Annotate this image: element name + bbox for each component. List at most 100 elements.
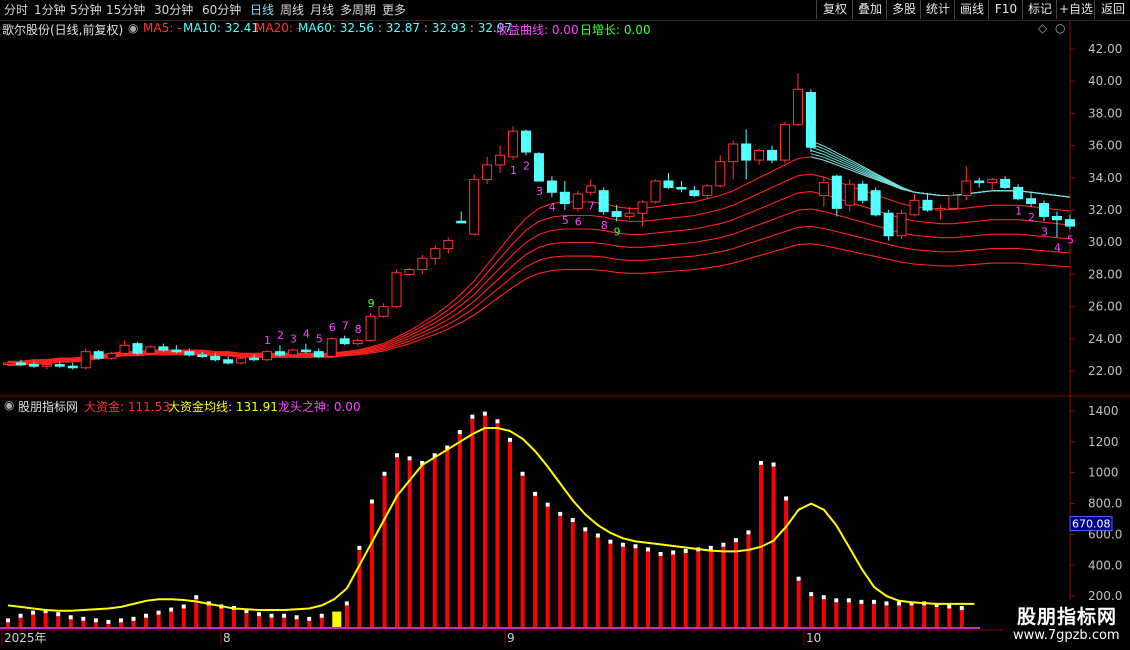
date-label: 8 [223,631,231,645]
candle-body [443,240,454,250]
bar-cap [897,601,902,606]
volume-bar [784,500,789,627]
volume-bar [909,605,914,627]
bar-cap [156,610,161,615]
candle-body [352,339,363,345]
bar-cap [708,545,713,550]
bar-cap [457,430,462,435]
volume-bar [344,605,349,627]
upper-tick-label: 40.00 [1088,74,1122,88]
bar-cap [859,599,864,604]
volume-bar [369,503,374,627]
volume-bar [319,617,324,627]
watermark-title: 股朋指标网 [1017,606,1118,628]
candle-body [715,161,726,187]
bar-cap [759,460,763,465]
bar-cap [846,598,851,603]
volume-bar [558,515,563,627]
sequence-label: 7 [588,200,595,213]
candle-body [624,212,635,217]
bar-cap [307,616,312,621]
candle-body [728,143,739,163]
volume-bar [658,556,663,627]
volume-bar [420,464,425,627]
volume-bar [294,619,299,627]
candle-body [663,180,674,188]
candle-body [1051,215,1062,221]
candle-body [197,354,208,358]
volume-bar [407,460,412,627]
volume-bar [257,616,261,627]
bar-cap [746,530,751,535]
volume-bar [570,522,575,627]
candle-body [805,91,816,148]
candle-body [598,190,609,213]
sequence-label: 6 [329,321,336,334]
volume-bar [533,495,538,627]
sequence-label: 7 [342,320,349,333]
current-value-tag-label: 670.08 [1072,518,1111,531]
candle-body [287,349,298,356]
bar-cap [131,616,136,621]
candle-body [456,220,467,224]
bar-cap [658,552,663,557]
volume-bar [846,602,851,627]
sequence-label: 4 [1054,241,1061,254]
candle-body [572,193,583,209]
volume-bar [595,537,600,627]
candle-body [339,338,350,345]
volume-bar [495,423,500,627]
volume-bar [118,622,123,627]
bar-cap [395,453,400,458]
volume-bar [545,506,550,627]
bar-cap [369,499,374,504]
bar-cap [257,612,261,617]
candle-body [93,351,104,359]
bar-cap [106,619,111,624]
bar-cap [482,411,487,416]
candle-body [559,191,570,205]
candle-body [702,185,713,197]
sequence-label: 5 [316,332,323,345]
sequence-label: 3 [536,185,543,198]
bar-cap [81,616,86,621]
bar-cap [118,618,123,623]
volume-bar [733,542,738,627]
candle-body [870,190,881,216]
volume-bar [282,617,287,627]
upper-tick-label: 36.00 [1088,139,1122,153]
candle-body [67,365,78,369]
upper-tick-label: 26.00 [1088,300,1122,314]
candle-body [158,346,169,351]
candle-body [754,149,765,161]
bar-cap [959,606,964,611]
volume-bar [934,606,939,627]
candle-body [365,315,376,341]
candle-body [171,349,182,353]
candle-body [262,351,272,361]
candle-body [41,364,52,367]
candle-body [313,351,324,358]
volume-bar [18,617,23,627]
bar-cap [407,456,412,461]
volume-bar [796,580,801,627]
volume-bar [56,616,61,627]
candle-body [741,143,752,161]
upper-tick-label: 32.00 [1088,203,1122,217]
candle-body [391,272,402,308]
bar-cap [181,604,186,609]
candle-body [948,195,959,209]
volume-bar [671,554,676,627]
bar-cap [633,544,638,549]
chart-canvas[interactable]: 42.00 40.00 38.00 36.00 34.00 32.00 30.00 28.00… [0,0,1130,650]
volume-bar [244,613,249,627]
bar-cap [144,613,149,618]
sequence-label: 3 [290,332,297,345]
bar-cap [194,595,199,600]
candle-body [145,346,156,354]
candle-body [210,356,221,361]
volume-bar [457,434,462,627]
candle-body [883,212,894,237]
upper-tick-label: 28.00 [1088,267,1122,281]
candle-body [1064,219,1075,227]
